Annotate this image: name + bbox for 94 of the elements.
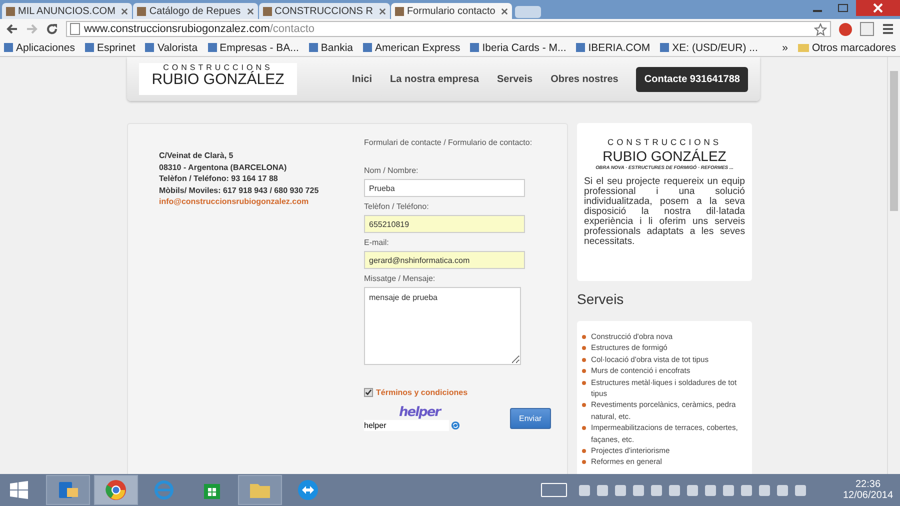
site-logo[interactable]: CONSTRUCCIONS RUBIO GONZÁLEZ: [139, 63, 297, 95]
clock-time: 22:36: [855, 479, 881, 490]
scrollbar[interactable]: [887, 57, 900, 474]
star-icon[interactable]: [814, 22, 827, 36]
close-window-button[interactable]: [856, 0, 900, 16]
bookmark-link[interactable]: Empresas - BA...: [208, 42, 299, 54]
tray-icon[interactable]: [633, 484, 644, 496]
nav-link[interactable]: Obres nostres: [550, 66, 618, 92]
tray-icon[interactable]: [669, 484, 680, 496]
bookmark-link[interactable]: Aplicaciones: [4, 42, 75, 54]
field-label: Telèfon / Teléfono:: [364, 202, 430, 211]
bullet-icon: [582, 346, 586, 350]
reload-icon[interactable]: [46, 23, 58, 35]
mail-icon: [57, 479, 79, 501]
field-label: E-mail:: [364, 238, 390, 247]
intro-paragraph: Si el seu projecte requereix un equip professional i una solució individualitzada, posem a la seva disposició la nostra dil·latada experiència i li oferim uns serveis professionals adaptats a les seves necessitats.: [584, 177, 745, 247]
send-button[interactable]: Enviar: [510, 408, 551, 428]
checkbox[interactable]: [364, 388, 373, 397]
globe-icon: [153, 479, 175, 501]
menu-icon[interactable]: [882, 23, 894, 35]
services-heading: Serveis: [577, 291, 625, 307]
address-bar[interactable]: www.construccionsrubiogonzalez.com/contacto: [66, 21, 831, 37]
nav-link[interactable]: La nostra empresa: [390, 66, 479, 92]
browser-tab[interactable]: MIL ANUNCIOS.COM: [2, 3, 132, 19]
new-tab-button[interactable]: [515, 6, 542, 18]
bookmark-link[interactable]: Iberia Cards - M...: [470, 42, 566, 54]
page-icon: [262, 6, 272, 16]
bullet-icon: [582, 460, 586, 464]
bookmark-link[interactable]: Esprinet: [84, 42, 136, 54]
bullet-icon: [582, 426, 586, 430]
tray-icon[interactable]: [705, 484, 716, 496]
tray-icon[interactable]: [579, 484, 590, 496]
nav-link[interactable]: Inici: [352, 66, 372, 92]
bookmark-link[interactable]: XE: (USD/EUR) ...: [660, 42, 758, 54]
tray-icon[interactable]: [723, 484, 734, 496]
message-field[interactable]: mensaje de prueba: [364, 287, 521, 365]
browser-tab[interactable]: Formulario contacto: [390, 3, 512, 19]
refresh-icon[interactable]: [451, 421, 460, 430]
address-line: Telèfon / Teléfono: 93 164 17 88: [159, 173, 279, 185]
tray-icon[interactable]: [759, 484, 770, 496]
field-label: Nom / Nombre:: [364, 166, 420, 175]
browser-tab[interactable]: CONSTRUCCIONS R: [258, 3, 390, 19]
other-bookmarks-folder[interactable]: Otros marcadores: [798, 42, 896, 54]
tray-icon[interactable]: [687, 484, 698, 496]
captcha-image: helper: [399, 405, 442, 420]
taskbar-app[interactable]: [46, 475, 90, 505]
taskbar-app[interactable]: [238, 475, 282, 505]
bullet-icon: [582, 335, 586, 339]
tray-icon[interactable]: [615, 484, 626, 496]
tray-icon[interactable]: [597, 484, 608, 496]
bookmark-link[interactable]: IBERIA.COM: [576, 42, 650, 54]
bookmark-link[interactable]: Valorista: [145, 42, 198, 54]
field-label: Missatge / Mensaje:: [364, 274, 436, 283]
arrows-circle-icon: [297, 479, 319, 501]
tray-icon[interactable]: [795, 484, 806, 496]
input-field[interactable]: 655210819: [364, 215, 525, 233]
back-arrow-icon[interactable]: [6, 23, 18, 35]
page-icon: [394, 6, 404, 16]
taskbar-app[interactable]: [94, 475, 138, 505]
nav-link[interactable]: Contacte 931641788: [636, 66, 748, 92]
nav-link[interactable]: Serveis: [496, 66, 533, 92]
windows-logo-icon[interactable]: [10, 481, 28, 499]
bookmark-link[interactable]: American Express: [363, 42, 460, 54]
page-icon: [137, 6, 146, 16]
address-line: 08310 - Argentona (BARCELONA): [159, 162, 288, 174]
form-title: Formulari de contacte / Formulario de contacto:: [364, 138, 534, 147]
input-field[interactable]: Prueba: [364, 179, 525, 197]
tray-icon[interactable]: [777, 484, 788, 496]
tray-icon[interactable]: [741, 484, 752, 496]
close-icon: [873, 3, 883, 13]
close-icon[interactable]: [501, 8, 508, 14]
url-text: www.construccionsrubiogonzalez.com/contacto: [84, 23, 316, 35]
bullet-icon: [582, 358, 586, 362]
bullet-icon: [582, 403, 586, 408]
close-icon[interactable]: [246, 8, 254, 14]
address-line: Mòbils/ Moviles: 617 918 943 / 680 930 725: [159, 184, 320, 196]
page-icon: [70, 23, 80, 35]
clock-date: 12/06/2014: [842, 490, 894, 501]
close-icon[interactable]: [121, 8, 128, 14]
browser-tab[interactable]: Catálogo de Repues: [133, 3, 258, 19]
captcha-field[interactable]: helper: [364, 420, 449, 431]
bullet-icon: [582, 369, 586, 374]
input-field[interactable]: gerard@nshinformatica.com: [364, 251, 525, 269]
close-icon[interactable]: [378, 8, 386, 14]
forward-arrow-icon[interactable]: [26, 23, 38, 35]
more-bookmarks-button[interactable]: »: [782, 42, 788, 54]
bullet-icon: [582, 449, 586, 454]
browser-icon: [105, 479, 127, 501]
bullet-icon: [582, 380, 586, 385]
page-icon: [6, 6, 15, 16]
clock[interactable]: 22:36 12/06/2014: [840, 479, 896, 501]
address-line: C/Veinat de Clarà, 5: [159, 150, 234, 162]
tray-icon[interactable]: [651, 484, 662, 496]
bookmark-link[interactable]: Bankia: [308, 42, 354, 54]
